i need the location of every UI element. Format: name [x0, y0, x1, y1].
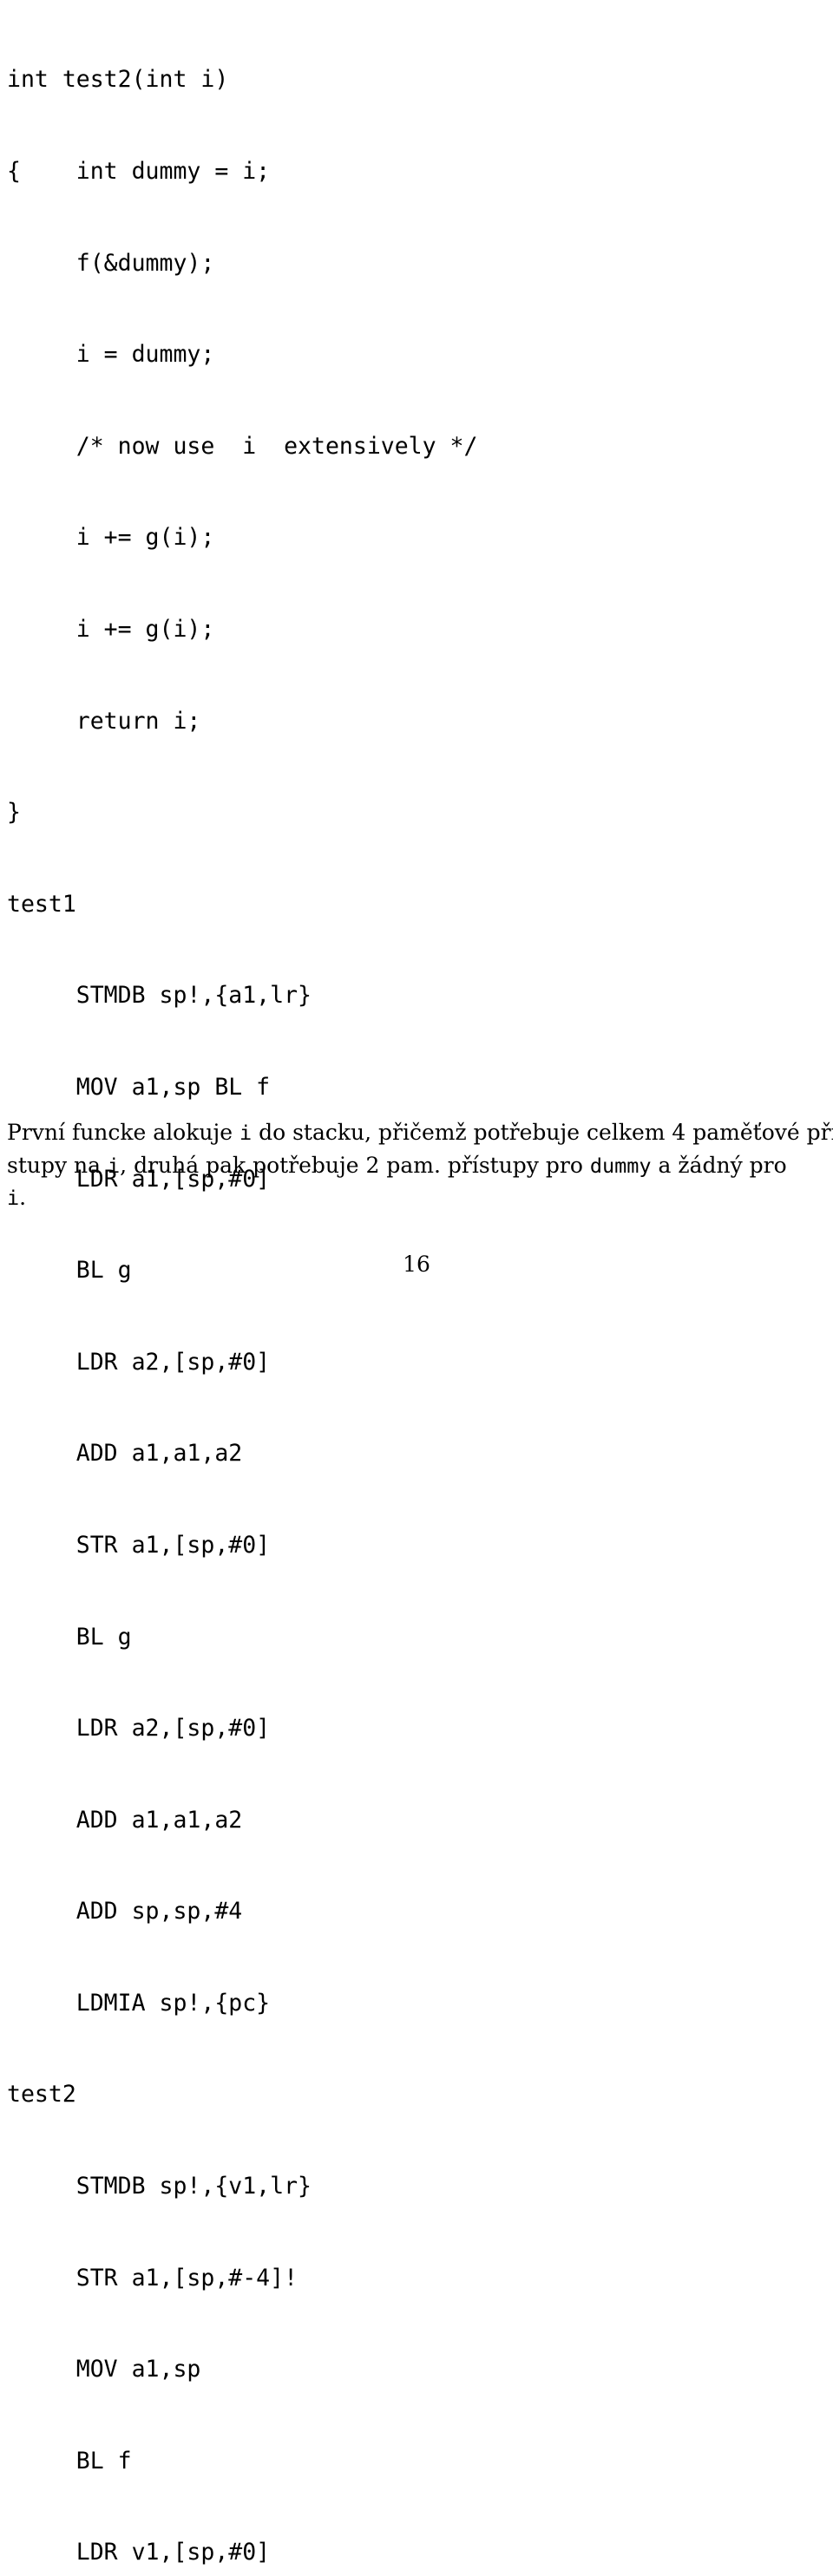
paragraph-text: a žádný pro — [651, 1152, 787, 1178]
code-line: MOV a1,sp BL f — [7, 1073, 271, 1101]
inline-code-i: i — [108, 1153, 121, 1178]
code-line: LDR a2,[sp,#0] — [7, 1348, 271, 1376]
code-line: f(&dummy); — [7, 249, 215, 277]
code-line: LDR a2,[sp,#0] — [7, 1715, 271, 1742]
paragraph-text: První funcke alokuje — [7, 1120, 239, 1145]
code-line: STMDB sp!,{v1,lr} — [7, 2173, 312, 2200]
paragraph-text: . — [19, 1185, 27, 1210]
code-line: BL f — [7, 2447, 132, 2475]
code-line: } — [7, 799, 21, 827]
code-line: LDMIA sp!,{pc} — [7, 1989, 271, 2017]
code-line: ADD a1,a1,a2 — [7, 1806, 243, 1834]
paragraph-text: stupy na — [7, 1152, 108, 1178]
document-page: int test2(int i) { int dummy = i; f(&dum… — [0, 0, 833, 2566]
code-line: return i; — [7, 707, 201, 735]
code-line: /* now use i extensively */ — [7, 432, 478, 460]
code-line: i += g(i); — [7, 615, 215, 643]
page-number: 16 — [403, 1252, 430, 1277]
code-line: BL g — [7, 1623, 132, 1651]
code-line: ADD sp,sp,#4 — [7, 1898, 243, 1925]
paragraph-text: do stacku, přičemž potřebuje celkem 4 pa… — [252, 1120, 833, 1145]
code-listing: int test2(int i) { int dummy = i; f(&dum… — [7, 3, 826, 2576]
code-line: LDR v1,[sp,#0] — [7, 2539, 271, 2566]
code-line: STR a1,[sp,#0] — [7, 1531, 271, 1559]
code-line: int test2(int i) — [7, 66, 229, 94]
code-line: STMDB sp!,{a1,lr} — [7, 982, 312, 1010]
code-line: STR a1,[sp,#-4]! — [7, 2264, 298, 2292]
code-line: i += g(i); — [7, 524, 215, 552]
paragraph-text: , druhá pak potřebuje 2 pam. přístupy pr… — [120, 1152, 590, 1178]
paragraph-line-1: První funcke alokuje i do stacku, přičem… — [7, 1116, 833, 1149]
code-line: ADD a1,a1,a2 — [7, 1440, 243, 1468]
code-line: { int dummy = i; — [7, 158, 271, 185]
inline-code-dummy: dummy — [589, 1153, 652, 1178]
code-label-test1: test1 — [7, 890, 76, 918]
code-line: i = dummy; — [7, 341, 215, 369]
code-label-test2: test2 — [7, 2081, 76, 2109]
paragraph-line-3: i. — [7, 1181, 826, 1214]
paragraph-line-2: stupy na i, druhá pak potřebuje 2 pam. p… — [7, 1149, 826, 1182]
inline-code-i: i — [7, 1186, 20, 1210]
explanatory-paragraph: První funcke alokuje i do stacku, přičem… — [7, 1116, 833, 1214]
code-line: MOV a1,sp — [7, 2356, 201, 2383]
inline-code-i: i — [239, 1121, 253, 1145]
